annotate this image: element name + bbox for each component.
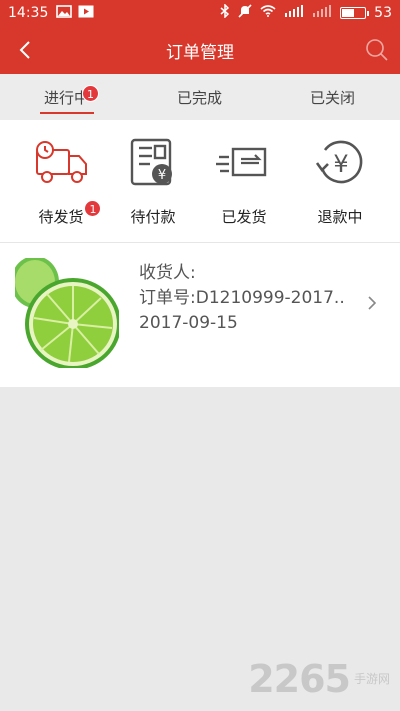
status-label: 已发货 xyxy=(221,208,267,226)
receiver-label: 收货人: xyxy=(139,263,196,283)
bluetooth-icon xyxy=(220,3,230,22)
search-button[interactable] xyxy=(362,35,392,65)
chevron-right-icon xyxy=(368,296,377,310)
order-status-grid: 待发货 1 ¥ 待付款 已发货 ¥ 退款中 xyxy=(0,120,400,242)
status-pending-shipment[interactable]: 待发货 1 xyxy=(11,136,111,227)
signal-icon-secondary xyxy=(312,5,332,21)
status-badge: 1 xyxy=(84,200,102,217)
shipped-package-icon xyxy=(194,136,294,190)
battery-icon xyxy=(340,7,370,19)
tab-closed[interactable]: 已关闭 xyxy=(266,74,399,120)
tab-label: 已完成 xyxy=(176,89,222,107)
product-thumbnail xyxy=(15,258,119,368)
watermark-logo: 2265 手游网 xyxy=(248,657,390,701)
status-label: 待付款 xyxy=(130,208,176,226)
search-icon xyxy=(366,39,388,61)
refund-yuan-icon: ¥ xyxy=(290,136,390,190)
battery-percent: 53 xyxy=(374,5,392,21)
status-refunding[interactable]: ¥ 退款中 xyxy=(290,136,390,227)
image-notification-icon xyxy=(56,4,73,22)
order-list-item[interactable]: 收货人: 订单号:D1210999-2017.. 2017-09-15 xyxy=(0,243,400,387)
status-shipped[interactable]: 已发货 xyxy=(194,136,294,227)
status-label: 待发货 xyxy=(38,208,84,226)
watermark-site: 手游网 xyxy=(353,672,390,686)
watermark-brand: 2265 xyxy=(248,657,351,701)
order-info: 收货人: 订单号:D1210999-2017.. 2017-09-15 xyxy=(139,261,345,336)
status-label: 退款中 xyxy=(317,208,363,226)
battery-fill xyxy=(342,9,355,17)
mute-icon xyxy=(238,4,252,22)
svg-text:¥: ¥ xyxy=(333,150,348,178)
wifi-icon xyxy=(260,5,276,21)
tab-in-progress[interactable]: 进行中 1 xyxy=(0,74,133,120)
order-number: 订单号:D1210999-2017.. xyxy=(139,288,345,308)
active-tab-indicator xyxy=(39,112,94,114)
system-status-bar: 14:35 53 xyxy=(0,0,400,26)
truck-icon xyxy=(11,136,111,190)
tab-label: 已关闭 xyxy=(309,89,355,107)
signal-icon xyxy=(284,5,304,21)
status-pending-payment[interactable]: ¥ 待付款 xyxy=(103,136,203,227)
header-bar: 订单管理 xyxy=(0,26,400,74)
svg-text:¥: ¥ xyxy=(158,168,166,183)
order-tabs: 进行中 1 已完成 已关闭 xyxy=(0,74,400,120)
clock: 14:35 xyxy=(8,5,49,21)
video-notification-icon xyxy=(78,5,94,22)
page-title: 订单管理 xyxy=(166,43,234,63)
order-date: 2017-09-15 xyxy=(139,313,238,333)
tab-completed[interactable]: 已完成 xyxy=(133,74,266,120)
invoice-yuan-icon: ¥ xyxy=(103,136,203,190)
tab-badge: 1 xyxy=(82,85,99,102)
